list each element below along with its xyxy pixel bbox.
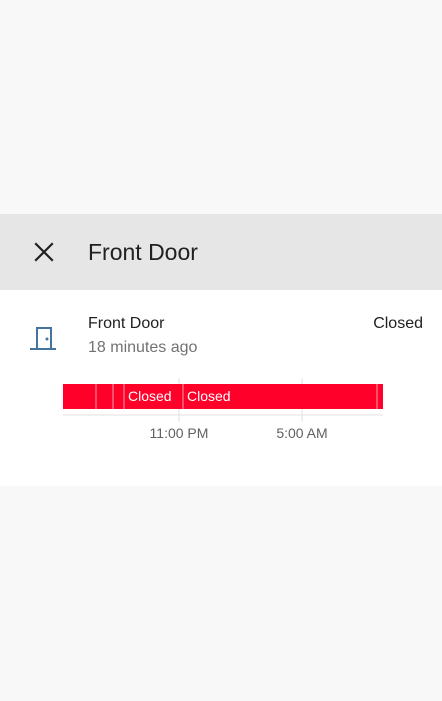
timeline-tick-label: 5:00 AM [276,425,327,441]
state-timeline: Closed Closed 11:00 PM 5:00 AM [63,378,383,441]
entity-last-changed: 18 minutes ago [88,339,198,356]
timeline-segment-label: Closed [128,388,172,404]
close-icon [34,242,54,262]
timeline-segment[interactable] [96,384,113,409]
dialog-title: Front Door [88,239,198,265]
timeline-segment[interactable] [377,384,383,409]
entity-name: Front Door [88,315,165,332]
timeline-segment[interactable] [63,384,96,409]
history-dialog: Front Door Front Door 18 minutes ago Clo… [0,214,442,486]
timeline-segment-label: Closed [187,388,231,404]
door-closed-icon [30,327,56,350]
close-button[interactable] [26,234,62,270]
timeline-segment[interactable] [113,384,124,409]
entity-state: Closed [373,315,423,332]
dialog-header: Front Door [0,214,442,290]
timeline-tick-label: 11:00 PM [150,425,209,441]
